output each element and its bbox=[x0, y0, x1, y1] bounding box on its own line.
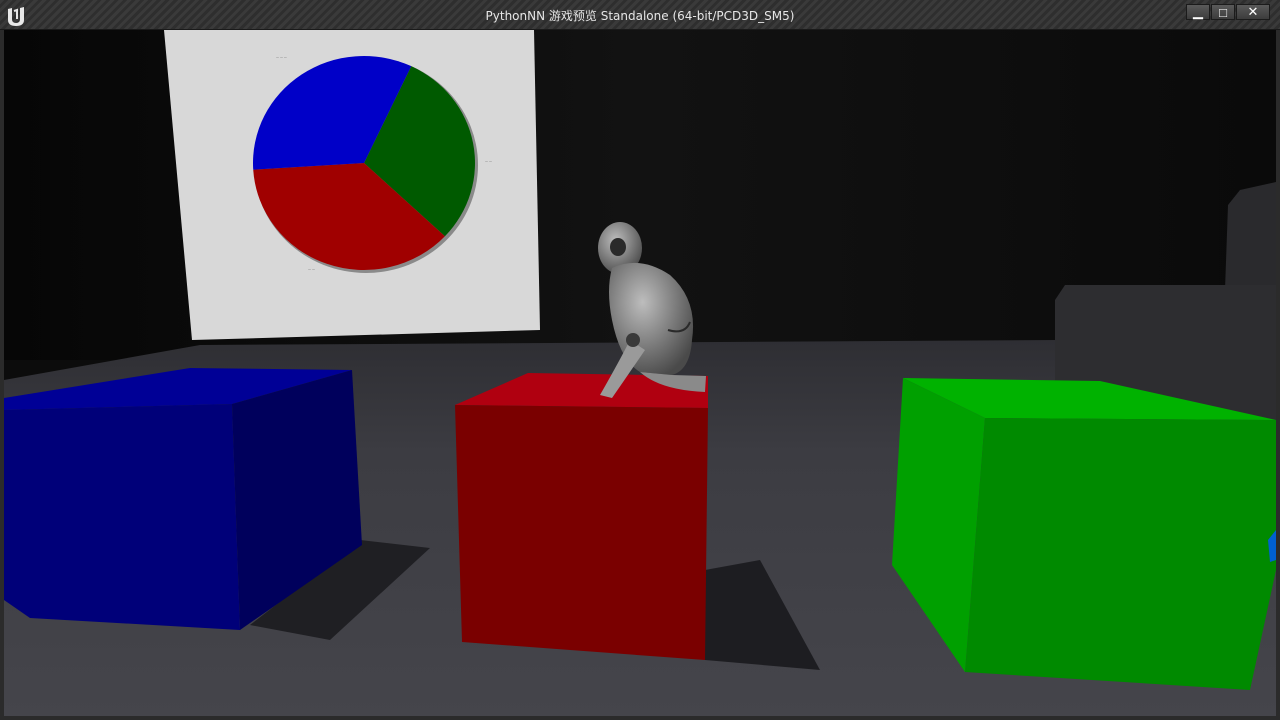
red-cube bbox=[455, 373, 708, 660]
scene-canvas: — — — — — — — bbox=[4, 30, 1276, 716]
maximize-button[interactable]: □ bbox=[1211, 4, 1235, 20]
background-block-tall bbox=[1225, 182, 1276, 300]
pie-label-bottom: — — bbox=[308, 267, 315, 271]
window-title: PythonNN 游戏预览 Standalone (64-bit/PCD3D_S… bbox=[485, 9, 795, 23]
pie-label-right: — — bbox=[485, 159, 492, 163]
window-controls: ▁ □ ✕ bbox=[1185, 4, 1270, 22]
pie-chart bbox=[253, 55, 478, 273]
green-cube bbox=[892, 378, 1276, 690]
game-viewport[interactable]: — — — — — — — bbox=[4, 30, 1276, 716]
title-bar[interactable]: PythonNN 游戏预览 Standalone (64-bit/PCD3D_S… bbox=[0, 0, 1280, 30]
minimize-button[interactable]: ▁ bbox=[1186, 4, 1210, 20]
close-button[interactable]: ✕ bbox=[1236, 4, 1270, 20]
pie-label-top: — — — bbox=[276, 55, 287, 59]
game-window: PythonNN 游戏预览 Standalone (64-bit/PCD3D_S… bbox=[0, 0, 1280, 720]
